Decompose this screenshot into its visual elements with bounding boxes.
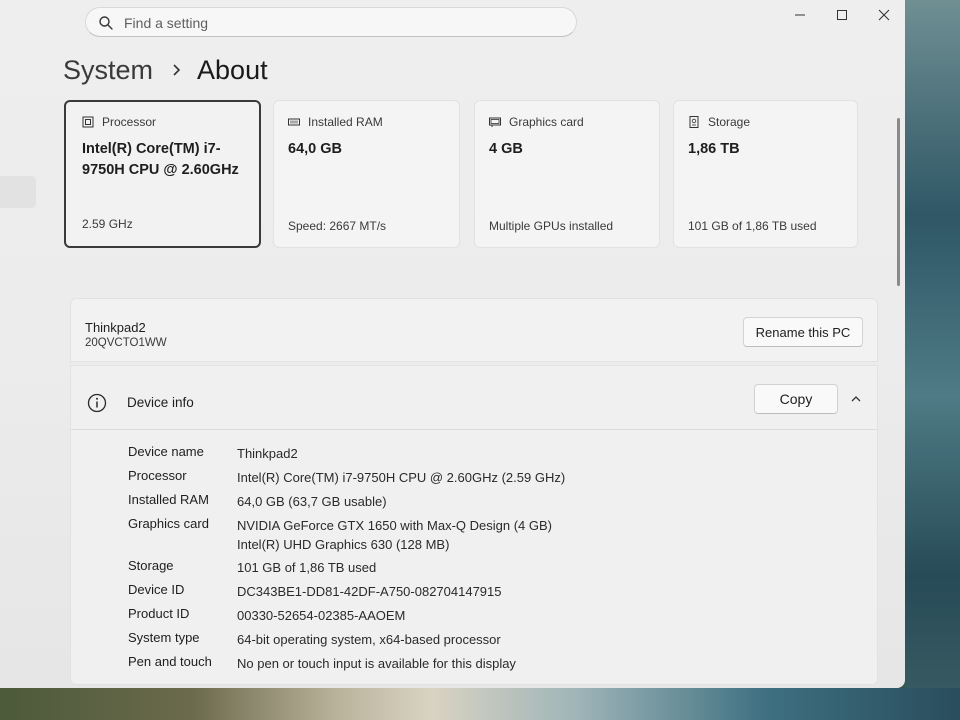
close-icon [878,9,890,21]
graphics-card-header: Graphics card [489,115,584,129]
processor-value: Intel(R) Core(TM) i7-9750H CPU @ 2.60GHz… [237,470,566,485]
processor-card-label: Processor [102,115,157,129]
installed-ram-value: 64,0 GB (63,7 GB usable) [237,494,387,509]
scrollbar[interactable] [897,118,900,286]
desktop-wallpaper-right [905,0,960,720]
ram-card[interactable]: Installed RAM 64,0 GB Speed: 2667 MT/s [273,100,460,248]
device-name-label: Device name [128,444,204,459]
device-info-header[interactable]: Device info Copy [71,366,877,430]
product-id-value: 00330-52654-02385-AAOEM [237,608,406,623]
graphics-card-sub: Multiple GPUs installed [489,219,614,233]
rename-pc-button[interactable]: Rename this PC [743,317,863,347]
storage-card[interactable]: Storage 1,86 TB 101 GB of 1,86 TB used [673,100,858,248]
ram-card-sub: Speed: 2667 MT/s [288,219,387,233]
maximize-icon [837,10,847,20]
storage-icon [689,116,699,128]
storage-card-value: 1,86 TB [688,141,740,157]
close-button[interactable] [864,4,904,26]
processor-card-value: Intel(R) Core(TM) i7-9750H CPU @ 2.60GHz [82,141,239,178]
graphics-card-icon [489,117,501,127]
breadcrumb: System About [63,52,268,88]
storage-card-header: Storage [688,115,750,129]
settings-window: System About Processor Intel(R) Core(TM)… [0,0,905,688]
minimize-button[interactable] [780,4,820,26]
ram-card-label: Installed RAM [308,115,383,129]
storage-row-value: 101 GB of 1,86 TB used [237,560,377,575]
chevron-up-icon [851,396,861,402]
page-title: About [197,54,268,85]
installed-ram-label: Installed RAM [128,492,209,507]
chevron-right-icon [173,64,181,76]
processor-icon [82,116,94,128]
device-id-value: DC343BE1-DD81-42DF-A750-082704147915 [237,584,502,599]
graphics-card-value: 4 GB [489,141,523,157]
graphics-card-row-value-2: Intel(R) UHD Graphics 630 (128 MB) [237,537,450,552]
collapse-button[interactable] [845,388,867,410]
copy-button[interactable]: Copy [754,384,838,414]
minimize-icon [795,14,805,16]
ram-icon [288,118,300,126]
pen-touch-value: No pen or touch input is available for t… [237,656,516,671]
graphics-card-row-value: NVIDIA GeForce GTX 1650 with Max-Q Desig… [237,518,552,533]
graphics-card[interactable]: Graphics card 4 GB Multiple GPUs install… [474,100,660,248]
device-info-title: Device info [127,395,194,410]
processor-card-sub: 2.59 GHz [82,217,133,231]
maximize-button[interactable] [822,4,862,26]
product-id-label: Product ID [128,606,190,621]
system-type-label: System type [128,630,200,645]
info-icon [87,393,107,413]
processor-card-header: Processor [82,115,156,129]
processor-card[interactable]: Processor Intel(R) Core(TM) i7-9750H CPU… [64,100,261,248]
device-info-panel: Device info Copy Device name Thinkpad2 P… [70,365,878,685]
device-id-label: Device ID [128,582,185,597]
system-type-value: 64-bit operating system, x64-based proce… [237,632,501,647]
graphics-card-label: Graphics card [509,115,584,129]
search-box[interactable] [85,7,577,37]
search-icon [98,15,114,31]
pc-name: Thinkpad2 [85,320,146,335]
storage-card-sub: 101 GB of 1,86 TB used [688,219,817,233]
breadcrumb-system[interactable]: System [63,55,153,86]
device-name-value: Thinkpad2 [237,446,298,461]
desktop-wallpaper-bottom [0,688,960,720]
processor-label: Processor [128,468,187,483]
ram-card-header: Installed RAM [288,115,383,129]
pc-model: 20QVCTO1WW [85,337,167,349]
pc-name-panel: Thinkpad2 20QVCTO1WW Rename this PC [70,298,878,362]
storage-card-label: Storage [708,115,751,129]
graphics-card-row-label: Graphics card [128,516,209,531]
storage-row-label: Storage [128,558,174,573]
ram-card-value: 64,0 GB [288,141,342,157]
pen-touch-label: Pen and touch [128,654,212,669]
nav-selection-indicator [0,176,36,208]
search-input[interactable] [124,13,564,33]
